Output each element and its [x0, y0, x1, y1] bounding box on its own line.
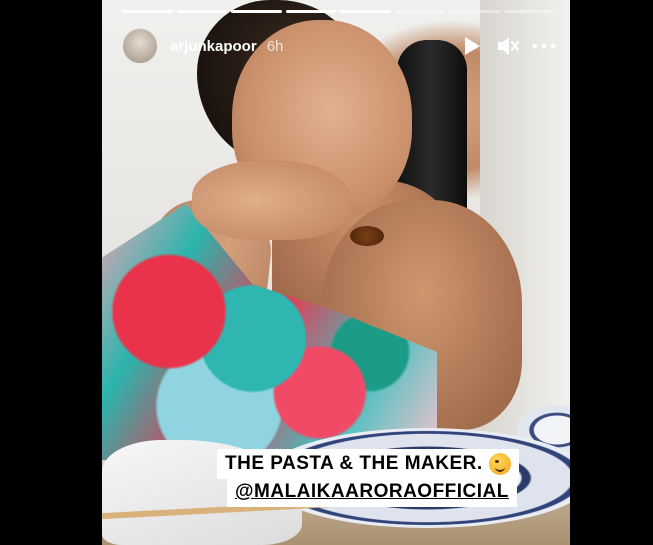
photo-hand [192, 160, 352, 240]
play-icon[interactable] [460, 34, 484, 58]
more-options-icon[interactable] [532, 34, 556, 58]
caption-line-1: THE PASTA & THE MAKER. [217, 449, 519, 479]
progress-segment [503, 10, 554, 13]
post-time: 6h [266, 37, 284, 55]
progress-segment [176, 10, 227, 13]
avatar[interactable] [122, 28, 158, 64]
progress-segment [449, 10, 500, 13]
story-viewer[interactable]: arjunkapoor 6h THE PASTA & THE MAKER. @M… [102, 0, 570, 545]
progress-segment [285, 10, 336, 13]
caption-line-2: @MALAIKAARORAOFFICIAL [227, 477, 517, 507]
mute-icon[interactable] [496, 34, 520, 58]
username[interactable]: arjunkapoor [170, 38, 257, 55]
caption-text: THE PASTA & THE MAKER. [225, 453, 483, 474]
story-progress-bar [122, 10, 554, 13]
photo-food [350, 226, 384, 246]
story-caption: THE PASTA & THE MAKER. @MALAIKAARORAOFFI… [217, 449, 519, 507]
story-controls [460, 34, 556, 58]
mention-link[interactable]: @MALAIKAARORAOFFICIAL [235, 481, 509, 502]
progress-segment [340, 10, 391, 13]
story-header: arjunkapoor 6h [122, 28, 556, 64]
winking-face-icon [488, 452, 511, 475]
progress-segment [231, 10, 282, 13]
progress-segment [394, 10, 445, 13]
progress-segment [122, 10, 173, 13]
